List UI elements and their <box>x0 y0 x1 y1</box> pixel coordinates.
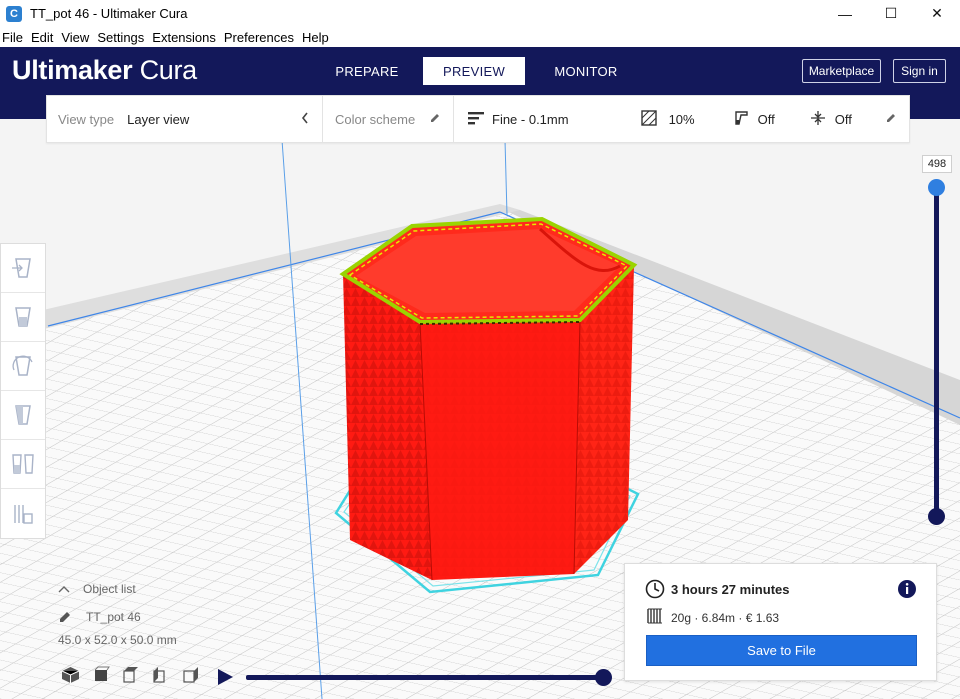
layer-slider-track[interactable] <box>934 187 939 517</box>
support-blocker-button[interactable] <box>1 489 45 538</box>
pot-front-texture <box>420 320 580 580</box>
tab-monitor[interactable]: MONITOR <box>548 57 624 85</box>
adhesion-value: Off <box>834 111 852 127</box>
view-type-selector[interactable]: View type Layer view <box>47 96 323 142</box>
maximize-button[interactable]: ☐ <box>868 0 914 27</box>
brand-product: Cura <box>139 55 198 85</box>
infill-icon <box>640 109 657 129</box>
view-top-icon[interactable] <box>121 666 140 684</box>
sign-in-button[interactable]: Sign in <box>893 59 946 83</box>
chevron-left-icon <box>300 111 310 128</box>
print-info-panel: 3 hours 27 minutes 20g · 6.84m · € 1.63 … <box>624 563 937 681</box>
scale-tool-button[interactable] <box>1 293 45 342</box>
menu-help[interactable]: Help <box>300 30 329 45</box>
close-button[interactable]: ✕ <box>914 0 960 27</box>
support-blocker-icon <box>14 504 33 524</box>
simulation-slider-track[interactable] <box>246 675 604 680</box>
pencil-icon <box>429 112 441 127</box>
pencil-icon <box>60 612 70 622</box>
adhesion-icon <box>810 110 826 129</box>
info-icon[interactable] <box>897 579 917 599</box>
chevron-up-icon <box>58 586 70 593</box>
rotate-icon <box>12 355 33 376</box>
menu-settings[interactable]: Settings <box>95 30 144 45</box>
object-list-panel: Object list TT_pot 46 45.0 x 52.0 x 50.0… <box>58 582 177 647</box>
window-controls: — ☐ ✕ <box>822 0 960 27</box>
move-tool-button[interactable] <box>1 244 45 293</box>
color-scheme-label: Color scheme <box>335 111 416 127</box>
menu-preferences[interactable]: Preferences <box>222 30 294 45</box>
mirror-icon <box>15 405 31 425</box>
view-right-icon[interactable] <box>181 666 200 684</box>
brand-name: Ultimaker <box>12 55 133 85</box>
view-front-icon[interactable] <box>91 666 110 684</box>
support-icon <box>733 110 749 129</box>
object-list-title: Object list <box>83 582 136 596</box>
simulation-slider-handle[interactable] <box>595 669 612 686</box>
tab-preview[interactable]: PREVIEW <box>423 57 525 85</box>
object-list-toggle[interactable]: Object list <box>58 582 177 596</box>
move-icon <box>12 258 31 278</box>
view-type-label: View type <box>58 111 115 127</box>
minimize-button[interactable]: — <box>822 0 868 27</box>
tab-prepare[interactable]: PREPARE <box>332 57 402 85</box>
per-model-settings-icon <box>12 454 34 474</box>
view-left-icon[interactable] <box>151 666 170 684</box>
mirror-tool-button[interactable] <box>1 391 45 440</box>
view-toolbar: View type Layer view Color scheme Fine -… <box>46 95 910 143</box>
layer-number-label[interactable]: 498 <box>922 155 952 173</box>
play-simulation-button[interactable] <box>216 668 234 689</box>
object-list-item[interactable]: TT_pot 46 <box>58 610 177 624</box>
object-dimensions: 45.0 x 52.0 x 50.0 mm <box>58 633 177 647</box>
tool-column <box>0 243 46 539</box>
layer-slider-upper-handle[interactable] <box>928 179 945 196</box>
marketplace-button[interactable]: Marketplace <box>802 59 881 83</box>
menu-file[interactable]: File <box>0 30 23 45</box>
menu-bar: File Edit View Settings Extensions Prefe… <box>0 27 960 47</box>
menu-view[interactable]: View <box>59 30 89 45</box>
support-value: Off <box>757 111 775 127</box>
camera-view-buttons <box>61 666 200 684</box>
per-model-settings-button[interactable] <box>1 440 45 489</box>
view-type-value: Layer view <box>127 111 190 127</box>
title-bar: C TT_pot 46 - Ultimaker Cura — ☐ ✕ <box>0 0 960 27</box>
spool-icon <box>647 608 662 624</box>
view-3d-icon[interactable] <box>61 666 80 684</box>
menu-edit[interactable]: Edit <box>29 30 53 45</box>
scale-icon <box>15 307 31 327</box>
play-icon <box>218 669 233 685</box>
cura-app-icon: C <box>6 5 22 22</box>
brand-logo: Ultimaker Cura <box>12 55 197 86</box>
save-to-file-button[interactable]: Save to File <box>646 635 917 666</box>
print-settings-summary[interactable]: Fine - 0.1mm 10% Off Off <box>454 96 909 142</box>
layer-slider-lower-handle[interactable] <box>928 508 945 525</box>
infill-value: 10% <box>668 111 695 127</box>
window-title: TT_pot 46 - Ultimaker Cura <box>30 6 188 21</box>
print-time: 3 hours 27 minutes <box>671 582 790 597</box>
profile-bars-icon <box>468 111 484 128</box>
material-estimate: 20g · 6.84m · € 1.63 <box>671 611 780 625</box>
clock-icon <box>645 579 665 599</box>
rotate-tool-button[interactable] <box>1 342 45 391</box>
object-name: TT_pot 46 <box>86 610 141 624</box>
menu-extensions[interactable]: Extensions <box>150 30 216 45</box>
color-scheme-selector[interactable]: Color scheme <box>323 96 454 142</box>
profile-value: Fine - 0.1mm <box>492 111 569 127</box>
pencil-icon[interactable] <box>885 112 897 127</box>
